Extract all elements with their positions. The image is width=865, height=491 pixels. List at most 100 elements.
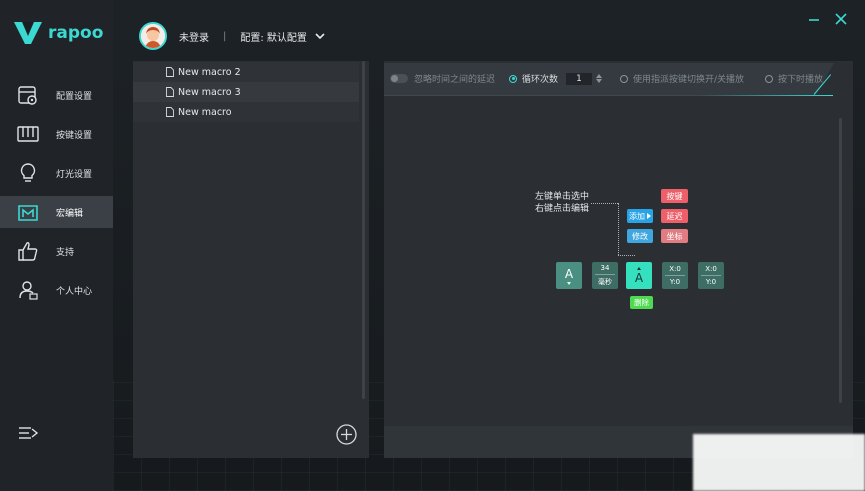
macro-list-item[interactable]: New macro [133, 102, 359, 122]
editor-scrollbar[interactable] [839, 118, 842, 403]
add-action-label: 添加 [629, 211, 645, 221]
hint-connector [591, 203, 618, 204]
config-icon [18, 86, 37, 105]
light-bulb-icon [20, 163, 36, 182]
avatar-face-icon [141, 24, 165, 48]
key-down-arrow-icon [567, 281, 571, 285]
config-selector-label[interactable]: 配置: 默认配置 [240, 29, 307, 44]
hold-play-label: 按下时播放 [778, 75, 824, 85]
user-center-icon [19, 281, 38, 300]
sidebar-item-label: 配置设置 [56, 91, 93, 102]
ignore-delay-option[interactable]: 忽略时间之间的延迟 [390, 72, 495, 85]
sidebar-item-label: 支持 [56, 247, 75, 258]
delay-unit: 毫秒 [598, 278, 612, 286]
toggle-play-label: 使用指派按键切换开/关播放 [633, 75, 745, 85]
loop-count-stepper[interactable] [596, 74, 603, 83]
sidebar: rapoo 配置设置 按键设置 灯光设置 宏编辑 支持 个人中心 [0, 0, 113, 491]
macro-list-scrollbar[interactable] [362, 61, 365, 399]
add-key-button[interactable]: 按键 [661, 189, 688, 203]
delete-action-button[interactable]: 删除 [630, 296, 653, 309]
file-icon [166, 67, 174, 77]
stepper-down-icon[interactable] [596, 79, 603, 83]
user-header: 未登录 | 配置: 默认配置 [139, 22, 325, 50]
macro-name: New macro 3 [178, 86, 241, 98]
sidebar-item-label: 个人中心 [56, 286, 93, 297]
ignore-delay-label: 忽略时间之间的延迟 [414, 75, 496, 85]
usage-hint: 左键单击选中 右键点击编辑 [535, 191, 589, 215]
coordinate-tile[interactable]: X:0 Y:0 [662, 262, 688, 289]
hint-connector [618, 255, 635, 256]
toggle-play-radio[interactable] [620, 74, 628, 83]
login-status[interactable]: 未登录 [179, 29, 209, 44]
sidebar-item-macro[interactable]: 宏编辑 [0, 196, 113, 228]
key-label: A [634, 270, 644, 285]
file-icon [166, 87, 174, 97]
sidebar-item-lighting[interactable]: 灯光设置 [0, 157, 113, 189]
sidebar-item-user-center[interactable]: 个人中心 [0, 274, 113, 306]
add-delay-button[interactable]: 延迟 [661, 209, 688, 223]
loop-count-label: 循环次数 [522, 75, 559, 85]
keys-icon [17, 126, 39, 142]
add-action-button[interactable]: 添加 [627, 209, 653, 223]
macro-editor-panel: 忽略时间之间的延迟 循环次数 使用指派按键切换开/关播放 按下时播放 左键单击选… [384, 61, 853, 458]
add-coordinate-label: 坐标 [666, 231, 683, 241]
macro-list-item[interactable]: New macro 2 [133, 62, 359, 82]
sidebar-item-label: 按键设置 [56, 130, 93, 141]
coordinate-tile[interactable]: X:0 Y:0 [698, 262, 724, 289]
rapoo-v-icon [14, 22, 42, 44]
file-icon [166, 107, 174, 117]
macro-name: New macro 2 [178, 66, 241, 78]
sidebar-item-label: 灯光设置 [56, 169, 93, 180]
loop-count-radio[interactable] [509, 74, 517, 83]
collapse-menu-icon[interactable] [17, 423, 39, 445]
stepper-up-icon[interactable] [596, 74, 603, 78]
add-delay-label: 延迟 [666, 211, 683, 221]
hint-connector [618, 203, 619, 255]
hint-line-1: 左键单击选中 [535, 192, 590, 202]
loop-count-option[interactable]: 循环次数 [509, 72, 603, 85]
minimize-icon[interactable] [807, 12, 821, 26]
ignore-delay-toggle[interactable] [390, 74, 408, 83]
tile-divider [701, 275, 721, 276]
modify-action-label: 修改 [632, 231, 648, 241]
thumbs-up-icon [18, 242, 38, 261]
hold-play-option[interactable]: 按下时播放 [765, 72, 823, 85]
header-separator: | [223, 30, 227, 42]
modify-action-button[interactable]: 修改 [627, 229, 653, 243]
options-divider [384, 95, 833, 96]
key-down-tile[interactable]: A [556, 262, 582, 289]
macro-icon [18, 205, 38, 221]
sidebar-item-keys[interactable]: 按键设置 [0, 118, 113, 150]
add-macro-icon[interactable] [336, 424, 357, 445]
close-icon[interactable] [834, 12, 848, 26]
key-up-tile-selected[interactable]: A [626, 262, 652, 289]
loop-count-input[interactable] [566, 72, 593, 85]
add-coordinate-button[interactable]: 坐标 [661, 229, 688, 243]
submenu-arrow-icon [647, 213, 651, 219]
sidebar-item-config[interactable]: 配置设置 [0, 79, 113, 111]
rapoo-logo: rapoo [14, 22, 103, 44]
key-label: A [564, 266, 574, 281]
macro-name: New macro [178, 106, 232, 118]
sidebar-item-support[interactable]: 支持 [0, 235, 113, 267]
coord-y: Y:0 [669, 278, 681, 286]
hold-play-radio[interactable] [765, 74, 773, 83]
delay-value: 34 [600, 264, 610, 272]
coord-x: X:0 [705, 265, 717, 273]
watermark-overlay [693, 434, 865, 491]
delete-action-label: 删除 [634, 298, 649, 307]
add-key-label: 按键 [666, 191, 683, 201]
tile-divider [595, 274, 615, 275]
coord-x: X:0 [669, 265, 681, 273]
toggle-play-option[interactable]: 使用指派按键切换开/关播放 [620, 72, 744, 85]
logo-text: rapoo [48, 23, 104, 43]
coord-y: Y:0 [705, 278, 717, 286]
macro-list-panel: New macro 2 New macro 3 New macro [133, 61, 369, 458]
avatar[interactable] [139, 22, 167, 50]
key-up-arrow-icon [637, 266, 641, 270]
hint-line-2: 右键点击编辑 [535, 204, 590, 214]
chevron-down-icon[interactable] [315, 31, 325, 41]
delay-tile[interactable]: 34 毫秒 [592, 262, 618, 289]
sidebar-item-label: 宏编辑 [56, 208, 84, 219]
macro-list-item[interactable]: New macro 3 [133, 82, 359, 102]
